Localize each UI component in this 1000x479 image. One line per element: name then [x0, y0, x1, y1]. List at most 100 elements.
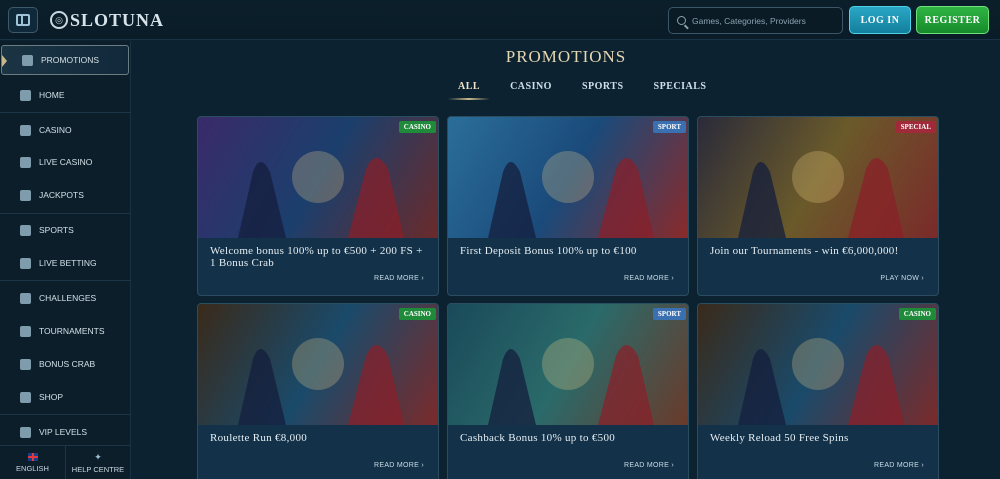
brand-name: SLOTUNA — [70, 9, 165, 30]
sidebar-item-bonus-crab[interactable]: BONUS CRAB — [0, 349, 131, 379]
sidebar-item-live-casino[interactable]: LIVE CASINO — [0, 147, 131, 177]
help-centre-button[interactable]: ✦ HELP CENTRE — [65, 446, 130, 479]
promo-illustration — [488, 338, 654, 425]
sidebar-item-shop[interactable]: SHOP — [0, 382, 131, 412]
promo-artwork — [448, 117, 688, 238]
promo-illustration — [488, 151, 654, 238]
crab-icon — [20, 358, 31, 370]
sidebar-divider — [0, 414, 131, 415]
category-badge: CASINO — [898, 308, 936, 320]
chart-icon — [20, 257, 31, 269]
category-badge: SPECIAL — [895, 121, 936, 133]
top-header: ◎ SLOTUNA LOG IN REGISTER — [0, 0, 1000, 40]
tab-casino[interactable]: CASINO — [506, 81, 556, 98]
language-button[interactable]: ENGLISH — [0, 446, 65, 479]
promo-link[interactable]: READ MORE › — [874, 462, 924, 469]
sidebar-item-live-betting[interactable]: LIVE BETTING — [0, 248, 131, 278]
register-button[interactable]: REGISTER — [916, 6, 989, 34]
promo-artwork — [698, 117, 938, 238]
tab-all[interactable]: ALL — [447, 81, 491, 100]
promo-artwork — [198, 304, 438, 425]
promo-link[interactable]: PLAY NOW › — [880, 275, 924, 282]
search-icon — [677, 16, 686, 25]
tab-sports[interactable]: SPORTS — [578, 81, 628, 98]
sidebar-item-vip-levels[interactable]: VIP LEVELS — [0, 417, 131, 447]
promo-card[interactable]: CASINO Roulette Run €8,000 READ MORE › — [197, 303, 439, 479]
sidebar-item-label: VIP LEVELS — [39, 427, 88, 437]
diamond-icon — [20, 426, 31, 438]
medal-icon — [20, 292, 31, 304]
chest-icon — [22, 54, 33, 66]
promo-illustration — [238, 151, 404, 238]
coins-icon — [20, 189, 31, 201]
promo-tabs: ALL CASINO SPORTS SPECIALS — [447, 81, 711, 100]
promo-card[interactable]: SPORT Cashback Bonus 10% up to €500 READ M… — [447, 303, 689, 479]
sidebar-item-label: HOME — [39, 90, 65, 100]
category-badge: SPORT — [652, 308, 686, 320]
sidebar-item-label: TOURNAMENTS — [39, 326, 105, 336]
sidebar-item-label: CHALLENGES — [39, 293, 97, 303]
login-button[interactable]: LOG IN — [849, 6, 911, 34]
promo-card[interactable]: CASINO Weekly Reload 50 Free Spins READ MO… — [697, 303, 939, 479]
sidebar-item-label: CASINO — [39, 125, 72, 135]
sidebar-item-label: LIVE BETTING — [39, 258, 97, 268]
sidebar-item-home[interactable]: HOME — [0, 80, 131, 110]
promo-illustration — [238, 338, 404, 425]
promo-illustration — [738, 151, 904, 238]
promo-title: Cashback Bonus 10% up to €500 — [460, 432, 616, 444]
promo-title: First Deposit Bonus 100% up to €100 — [460, 245, 637, 257]
category-badge: SPORT — [652, 121, 686, 133]
promo-title: Join our Tournaments - win €6,000,000! — [710, 245, 899, 257]
sidebar-item-tournaments[interactable]: TOURNAMENTS — [0, 316, 131, 346]
cards-icon — [20, 156, 31, 168]
trophy-icon — [20, 325, 31, 337]
promo-link[interactable]: READ MORE › — [374, 275, 424, 282]
category-badge: CASINO — [398, 121, 436, 133]
sidebar-item-label: PROMOTIONS — [41, 55, 100, 65]
promo-link[interactable]: READ MORE › — [624, 462, 674, 469]
sidebar-item-jackpots[interactable]: JACKPOTS — [0, 180, 131, 210]
promo-title: Welcome bonus 100% up to €500 + 200 FS +… — [210, 245, 423, 269]
sidebar-item-sports[interactable]: SPORTS — [0, 215, 131, 245]
promo-link[interactable]: READ MORE › — [374, 462, 424, 469]
sidebar-item-label: SPORTS — [39, 225, 74, 235]
sidebar-item-label: JACKPOTS — [39, 190, 84, 200]
logo-icon: ◎ — [50, 11, 68, 29]
promo-artwork — [198, 117, 438, 238]
menu-toggle-button[interactable] — [8, 7, 38, 33]
promo-artwork — [698, 304, 938, 425]
search-input[interactable] — [692, 15, 832, 26]
promo-illustration — [738, 338, 904, 425]
tab-specials[interactable]: SPECIALS — [650, 81, 711, 98]
brand-logo[interactable]: ◎ SLOTUNA — [50, 8, 164, 32]
main-content: PROMOTIONS ALL CASINO SPORTS SPECIALS CASIN… — [132, 41, 1000, 479]
uk-flag-icon — [27, 453, 38, 461]
sidebar-divider — [0, 112, 131, 113]
shop-icon — [20, 391, 31, 403]
page-title: PROMOTIONS — [505, 47, 627, 66]
sidebar-footer: ENGLISH ✦ HELP CENTRE — [0, 445, 131, 479]
sidebar-item-label: SHOP — [39, 392, 64, 402]
promo-card[interactable]: CASINO Welcome bonus 100% up to €500 + 20… — [197, 116, 439, 296]
castle-icon — [20, 89, 31, 101]
promo-link[interactable]: READ MORE › — [624, 275, 674, 282]
sidebar-item-casino[interactable]: CASINO — [0, 115, 131, 145]
sidebar-item-promotions[interactable]: PROMOTIONS — [1, 45, 129, 75]
slot-machine-icon — [20, 124, 31, 136]
promo-card[interactable]: SPORT First Deposit Bonus 100% up to €100… — [447, 116, 689, 296]
football-icon — [20, 224, 31, 236]
language-label: ENGLISH — [16, 464, 49, 473]
sidebar-divider — [0, 213, 131, 214]
category-badge: CASINO — [398, 308, 436, 320]
sidebar-item-label: BONUS CRAB — [39, 359, 96, 369]
search-box[interactable] — [668, 7, 843, 34]
help-label: HELP CENTRE — [71, 464, 125, 474]
help-icon: ✦ — [94, 451, 102, 462]
promo-artwork — [448, 304, 688, 425]
sidebar: PROMOTIONS HOME CASINO LIVE CASINO JACKPOTS S… — [0, 41, 131, 479]
sidebar-item-label: LIVE CASINO — [39, 157, 93, 167]
sidebar-item-challenges[interactable]: CHALLENGES — [0, 283, 131, 313]
promo-title: Weekly Reload 50 Free Spins — [710, 432, 849, 444]
sidebar-divider — [0, 280, 131, 281]
promo-card[interactable]: SPECIAL Join our Tournaments - win €6,000… — [697, 116, 939, 296]
